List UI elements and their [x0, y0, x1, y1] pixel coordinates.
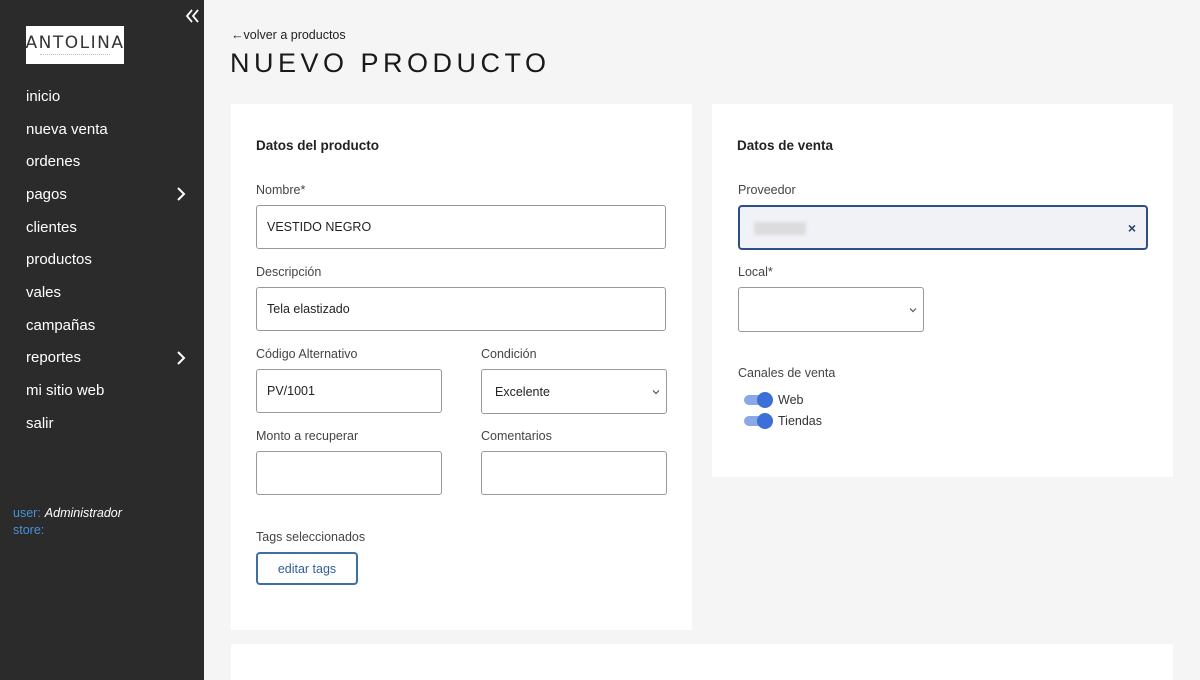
chevron-right-icon — [177, 187, 186, 201]
logo[interactable]: ANTOLINA — [26, 26, 124, 64]
sidebar-item-clientes[interactable]: clientes — [0, 211, 204, 244]
comentarios-input[interactable] — [481, 451, 667, 495]
sidebar-item-label: nueva venta — [26, 120, 108, 138]
nombre-input[interactable]: VESTIDO NEGRO — [256, 205, 666, 249]
product-data-card: Datos del producto Nombre* VESTIDO NEGRO… — [231, 104, 692, 630]
sidebar-item-salir[interactable]: salir — [0, 407, 204, 440]
canal-web-row: Web — [742, 392, 803, 408]
descripcion-input[interactable]: Tela elastizado — [256, 287, 666, 331]
sidebar-item-label: mi sitio web — [26, 382, 105, 400]
condicion-value: Excelente — [495, 384, 550, 399]
monto-label: Monto a recuperar — [256, 429, 359, 443]
sidebar-item-inicio[interactable]: inicio — [0, 80, 204, 113]
codigo-alternativo-input[interactable]: PV/1001 — [256, 369, 442, 413]
sidebar-item-label: productos — [26, 251, 92, 269]
sidebar: ANTOLINA inicio nueva venta ordenes pago… — [0, 0, 204, 680]
user-label: user: — [13, 506, 41, 520]
nombre-label: Nombre* — [256, 183, 306, 197]
codigo-alternativo-label: Código Alternativo — [256, 347, 358, 361]
descripcion-label: Descripción — [256, 265, 322, 279]
local-select[interactable] — [738, 287, 924, 332]
clear-icon[interactable]: × — [1128, 220, 1136, 236]
descripcion-value: Tela elastizado — [267, 302, 350, 316]
proveedor-label: Proveedor — [738, 183, 796, 197]
sidebar-item-label: inicio — [26, 87, 61, 105]
tiendas-toggle-label: Tiendas — [778, 414, 823, 428]
comentarios-label: Comentarios — [481, 429, 552, 443]
sidebar-item-label: campañas — [26, 316, 96, 334]
sidebar-item-productos[interactable]: productos — [0, 243, 204, 276]
proveedor-select[interactable]: × — [738, 205, 1148, 250]
edit-tags-button[interactable]: editar tags — [256, 552, 358, 585]
tiendas-toggle[interactable] — [742, 413, 774, 429]
sidebar-item-label: reportes — [26, 349, 82, 367]
sidebar-nav: inicio nueva venta ordenes pagos cliente… — [0, 80, 204, 440]
chevron-down-icon — [652, 390, 660, 395]
additional-card — [231, 644, 1173, 680]
sidebar-item-nueva-venta[interactable]: nueva venta — [0, 113, 204, 146]
back-to-products-link[interactable]: ←volver a productos — [231, 28, 346, 42]
sidebar-item-label: salir — [26, 414, 54, 432]
local-label: Local* — [738, 265, 773, 279]
chevron-right-icon — [177, 350, 186, 365]
web-toggle-label: Web — [778, 393, 804, 407]
canal-tiendas-row: Tiendas — [742, 413, 822, 429]
logo-text: ANTOLINA — [25, 33, 125, 53]
sidebar-item-campanas[interactable]: campañas — [0, 309, 204, 342]
sidebar-item-pagos[interactable]: pagos — [0, 178, 204, 211]
monto-input[interactable] — [256, 451, 442, 495]
user-value: Administrador — [44, 506, 122, 520]
store-label: store: — [13, 523, 45, 537]
canales-label: Canales de venta — [738, 366, 836, 380]
card-title: Datos del producto — [256, 138, 380, 153]
sidebar-item-vales[interactable]: vales — [0, 276, 204, 309]
condicion-label: Condición — [481, 347, 537, 361]
sidebar-item-label: pagos — [26, 185, 67, 203]
codigo-value: PV/1001 — [267, 384, 315, 398]
page-title: NUEVO PRODUCTO — [230, 48, 551, 78]
sidebar-item-reportes[interactable]: reportes — [0, 342, 204, 375]
sidebar-item-mi-sitio-web[interactable]: mi sitio web — [0, 374, 204, 407]
user-info: user: Administrador store: — [13, 505, 122, 539]
collapse-sidebar-icon[interactable] — [184, 6, 200, 26]
sidebar-item-label: vales — [26, 283, 62, 301]
sale-data-card: Datos de venta Proveedor × Local* Canale… — [712, 104, 1173, 477]
toggle-knob — [757, 392, 773, 408]
condicion-select[interactable]: Excelente — [481, 369, 667, 414]
nombre-value: VESTIDO NEGRO — [267, 220, 372, 234]
chevron-down-icon — [909, 308, 917, 313]
redacted-value — [754, 222, 806, 235]
web-toggle[interactable] — [742, 392, 774, 408]
toggle-knob — [757, 413, 773, 429]
sidebar-item-label: ordenes — [26, 153, 81, 171]
sidebar-item-ordenes[interactable]: ordenes — [0, 145, 204, 178]
sidebar-item-label: clientes — [26, 218, 77, 236]
tags-label: Tags seleccionados — [256, 530, 366, 544]
card-title: Datos de venta — [737, 138, 834, 153]
logo-subline — [40, 54, 110, 56]
